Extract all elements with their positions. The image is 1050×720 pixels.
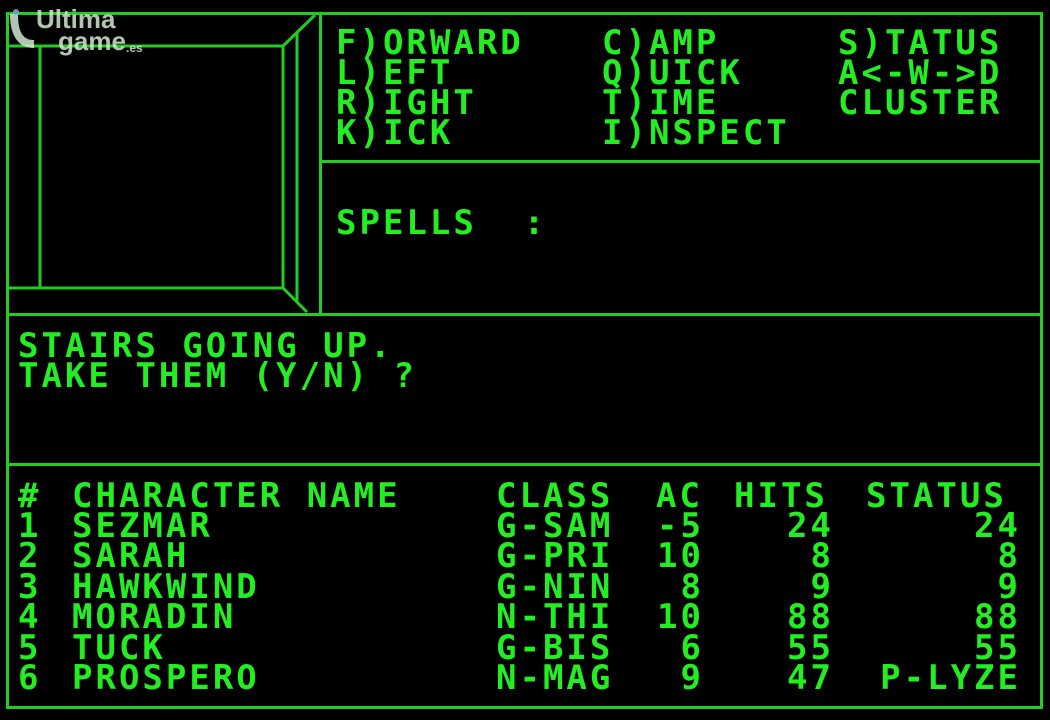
logo-line2: game xyxy=(58,26,126,56)
row-hits: 47 xyxy=(787,658,834,698)
command-cluster[interactable]: CLUSTER xyxy=(838,86,1002,120)
row-ac: 9 xyxy=(680,658,704,698)
row-class: N-MAG xyxy=(496,658,614,698)
message-line-2: TAKE THEM (Y/N) ? xyxy=(18,356,417,396)
ultimagame-logo: Ultima game .es xyxy=(6,6,166,58)
spells-label: SPELLS : xyxy=(336,203,548,243)
row-status: P-LYZE xyxy=(880,658,1021,698)
command-kick[interactable]: K)ICK xyxy=(336,116,453,150)
commands-divider xyxy=(319,160,1043,163)
logo-emblem-icon xyxy=(10,9,34,48)
logo-suffix: .es xyxy=(126,41,143,55)
row-number: 6 xyxy=(18,658,42,698)
top-section-divider xyxy=(6,313,1043,316)
message-divider xyxy=(6,463,1043,466)
row-character-name: PROSPERO xyxy=(72,658,260,698)
command-inspect[interactable]: I)NSPECT xyxy=(602,116,790,150)
view-divider xyxy=(319,12,322,315)
dungeon-view xyxy=(9,15,319,313)
